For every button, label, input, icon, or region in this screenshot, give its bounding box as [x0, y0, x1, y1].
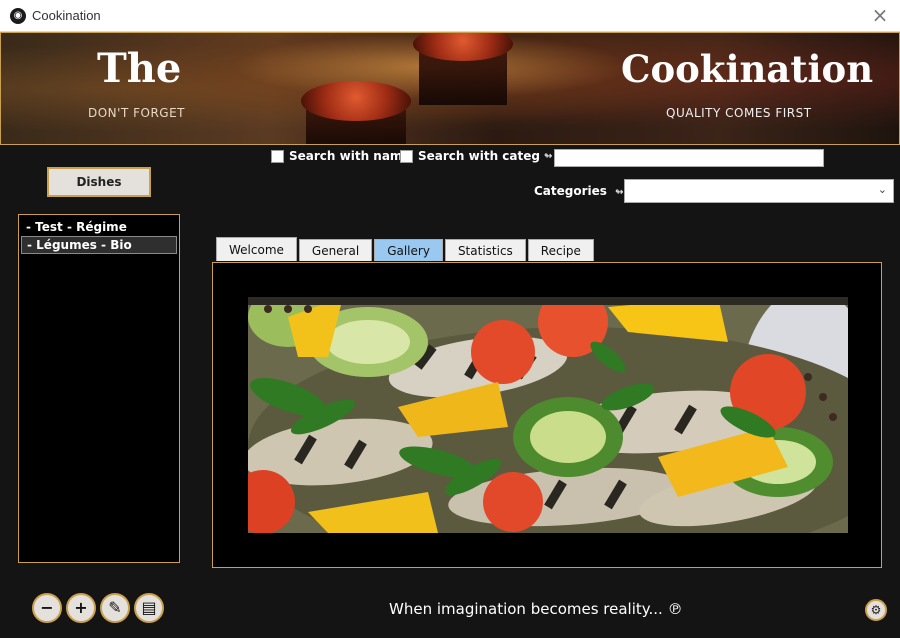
window-title: Cookination	[32, 8, 101, 23]
title-bar: ◉ Cookination ×	[0, 0, 900, 32]
banner-right-title: Cookination	[621, 47, 874, 91]
curved-arrow-icon: ↬	[615, 187, 624, 198]
tab-recipe[interactable]: Recipe	[527, 239, 594, 261]
search-with-categ-checkbox[interactable]	[400, 149, 413, 163]
main-area: Search with name Search with categ ↬ Cat…	[0, 145, 900, 638]
remove-dish-button[interactable]: −	[32, 593, 62, 623]
banner-left-subtitle: DON'T FORGET	[88, 106, 186, 120]
grilled-vegetables-image	[248, 297, 848, 533]
categories-label-text: Categories	[534, 184, 607, 198]
dish-list[interactable]: - Test - Régime - Légumes - Bio	[18, 214, 180, 563]
tab-bar: Welcome General Gallery Statistics Recip…	[216, 237, 596, 261]
tab-gallery[interactable]: Gallery	[374, 239, 443, 261]
app-logo-icon: ◉	[10, 8, 26, 24]
chevron-down-icon: ⌄	[877, 183, 887, 196]
banner-left-title: The	[97, 45, 182, 92]
close-button[interactable]: ×	[868, 4, 892, 28]
categories-select[interactable]: ⌄	[624, 179, 894, 203]
search-with-categ-label: Search with categ	[418, 149, 540, 163]
search-with-name-option[interactable]: Search with name	[271, 149, 411, 163]
curved-arrow-icon: ↬	[543, 150, 553, 162]
banner-jar-lid	[301, 81, 411, 121]
add-dish-button[interactable]: +	[66, 593, 96, 623]
tab-statistics[interactable]: Statistics	[444, 239, 526, 261]
banner-right-subtitle: QUALITY COMES FIRST	[666, 106, 812, 120]
dish-list-item[interactable]: - Test - Régime	[21, 218, 177, 236]
header-banner: The DON'T FORGET Cookination QUALITY COM…	[0, 32, 900, 145]
dish-list-item-selected[interactable]: - Légumes - Bio	[21, 236, 177, 254]
card-view-button[interactable]: ▤	[134, 593, 164, 623]
search-with-categ-option[interactable]: Search with categ ↬	[400, 149, 552, 163]
search-input[interactable]	[554, 149, 824, 167]
search-with-name-checkbox[interactable]	[271, 149, 284, 163]
gallery-photo[interactable]	[248, 297, 848, 533]
tab-welcome[interactable]: Welcome	[216, 237, 297, 261]
settings-gear-icon[interactable]: ⚙	[865, 599, 887, 621]
tagline: When imagination becomes reality... ℗	[389, 600, 683, 618]
edit-dish-button[interactable]: ✎	[100, 593, 130, 623]
categories-label: Categories ↬	[534, 184, 624, 198]
tab-general[interactable]: General	[298, 239, 373, 261]
search-with-name-label: Search with name	[289, 149, 411, 163]
gallery-panel	[212, 262, 882, 568]
dishes-button[interactable]: Dishes	[47, 167, 151, 197]
